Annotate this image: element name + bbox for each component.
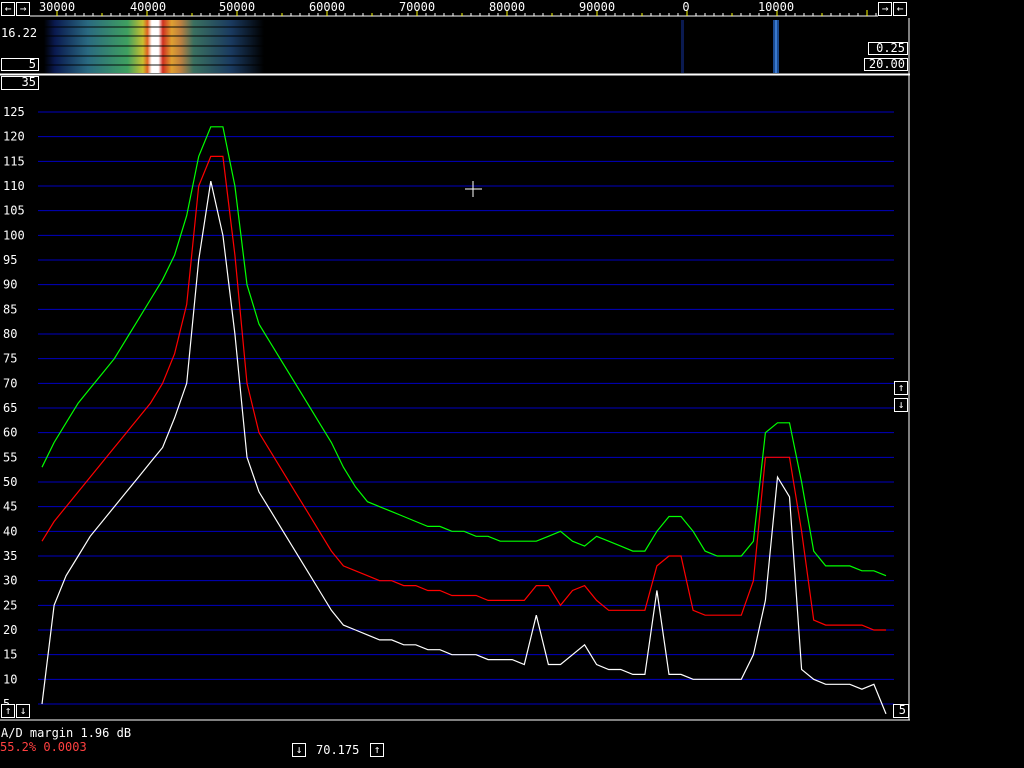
ad-margin-status: A/D margin 1.96 dB — [1, 726, 132, 740]
waterfall-display[interactable]: 16.22 5 0.25 20.00 — [0, 18, 910, 75]
y-tick-label-60: 60 — [3, 426, 17, 440]
y-tick-label-75: 75 — [3, 352, 17, 366]
center-freq-down-button[interactable]: ↓ — [292, 743, 306, 757]
y-tick-label-115: 115 — [3, 154, 25, 168]
y-tick-label-55: 55 — [3, 450, 17, 464]
scroll-right-button[interactable]: ← — [893, 2, 907, 16]
y-tick-label-40: 40 — [3, 524, 17, 538]
scroll-left-fine-button[interactable]: → — [16, 2, 30, 16]
trace-peak-hold — [41, 126, 887, 577]
y-tick-label-20: 20 — [3, 623, 17, 637]
zoom-down-button[interactable]: ↓ — [16, 704, 30, 718]
y-tick-label-25: 25 — [3, 598, 17, 612]
freq-label-80000: 80000 — [488, 0, 526, 14]
y-tick-label-110: 110 — [3, 179, 25, 193]
y-tick-label-85: 85 — [3, 302, 17, 316]
center-frequency-value[interactable]: 70.175 — [316, 743, 359, 757]
amplitude-down-button[interactable]: ↓ — [894, 398, 908, 412]
freq-label-30000: 30000 — [38, 0, 76, 14]
scroll-left-button[interactable]: ← — [1, 2, 15, 16]
bottom-right-field[interactable]: 5 — [893, 704, 909, 718]
amplitude-up-button[interactable]: ↑ — [894, 381, 908, 395]
trace-average — [41, 155, 886, 631]
waterfall-image — [0, 18, 910, 75]
freq-label-0: 0 — [682, 0, 690, 14]
y-tick-label-125: 125 — [3, 105, 25, 119]
y-tick-label-50: 50 — [3, 475, 17, 489]
cpu-load-status: 55.2% 0.0003 — [0, 740, 87, 754]
y-tick-label-95: 95 — [3, 253, 17, 267]
waterfall-gain-value: 16.22 — [1, 26, 38, 40]
spectrum-graph[interactable]: 5101520253035404550556065707580859095100… — [0, 0, 1024, 768]
waterfall-contrast-field[interactable]: 0.25 — [868, 42, 908, 55]
y-tick-label-90: 90 — [3, 278, 17, 292]
freq-label-60000: 60000 — [308, 0, 346, 14]
y-tick-label-35: 35 — [3, 549, 17, 563]
y-tick-label-10: 10 — [3, 672, 17, 686]
zoom-up-button[interactable]: ↑ — [1, 704, 15, 718]
y-tick-label-45: 45 — [3, 500, 17, 514]
freq-label-70000: 70000 — [398, 0, 436, 14]
frequency-scale[interactable]: 30000 40000 50000 60000 70000 80000 9000… — [30, 0, 878, 17]
y-tick-label-120: 120 — [3, 130, 25, 144]
waterfall-brightness-field[interactable]: 20.00 — [864, 58, 908, 71]
y-tick-label-65: 65 — [3, 401, 17, 415]
center-freq-up-button[interactable]: ↑ — [370, 743, 384, 757]
scroll-right-fine-button[interactable]: → — [878, 2, 892, 16]
y-tick-label-105: 105 — [3, 204, 25, 218]
center-frequency-control: ↓ 70.175 ↑ — [290, 741, 386, 759]
freq-label-40000: 40000 — [129, 0, 167, 14]
freq-label-90000: 90000 — [578, 0, 616, 14]
freq-label-10000: 10000 — [757, 0, 795, 14]
waterfall-averaging-field[interactable]: 5 — [1, 58, 39, 71]
trace-live — [41, 180, 887, 715]
y-tick-label-70: 70 — [3, 376, 17, 390]
spectrum-reference-field[interactable]: 35 — [1, 76, 39, 90]
y-tick-label-100: 100 — [3, 228, 25, 242]
crosshair-cursor — [465, 181, 482, 197]
y-tick-label-15: 15 — [3, 648, 17, 662]
y-tick-label-30: 30 — [3, 574, 17, 588]
freq-label-50000: 50000 — [218, 0, 256, 14]
y-tick-label-80: 80 — [3, 327, 17, 341]
